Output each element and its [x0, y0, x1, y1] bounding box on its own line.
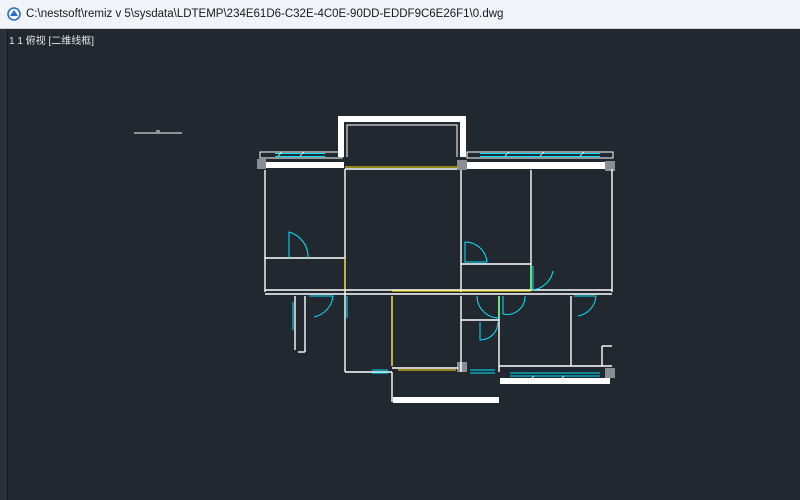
top-balcony — [338, 116, 466, 157]
floor-plan-drawing[interactable] — [0, 0, 800, 500]
dimension-ticks — [498, 266, 532, 318]
dimension-mark — [134, 130, 182, 134]
interior-walls — [264, 168, 613, 402]
hatch-segments — [277, 151, 585, 381]
door-swings — [288, 231, 597, 341]
columns — [257, 159, 615, 378]
axis-lines — [344, 166, 531, 371]
bottom-window — [372, 369, 600, 377]
top-window-right — [466, 151, 614, 169]
bottom-walls — [393, 378, 610, 403]
